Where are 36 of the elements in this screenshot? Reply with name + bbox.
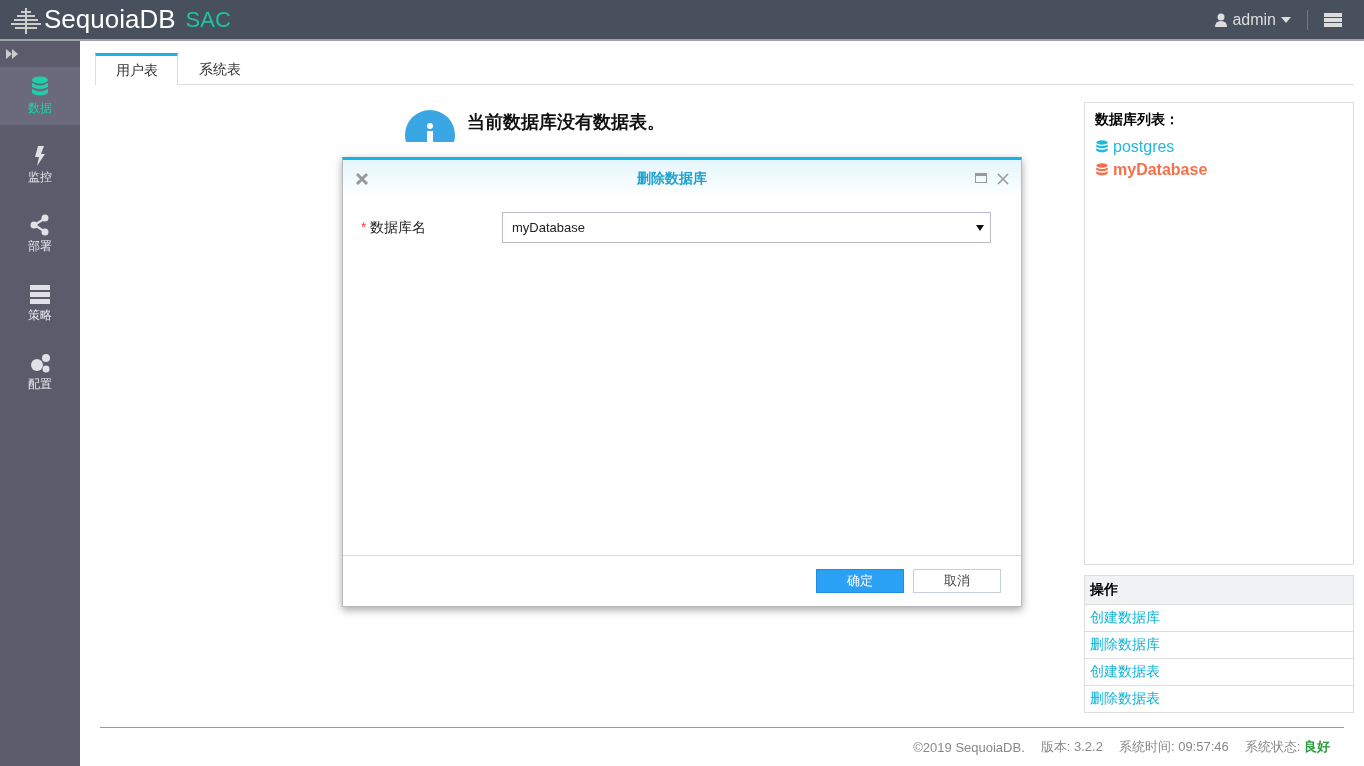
info-icon: [405, 110, 455, 143]
database-icon: [1095, 138, 1109, 155]
sidebar-item[interactable]: 配置: [0, 343, 80, 401]
expand-icon[interactable]: [6, 49, 18, 59]
panel-title: 操作: [1085, 576, 1353, 605]
cancel-button[interactable]: 取消: [913, 569, 1001, 593]
share-icon: [29, 213, 51, 236]
brand-name: SequoiaDB: [44, 4, 176, 35]
dropdown-caret-icon: [976, 224, 984, 231]
tab[interactable]: 用户表: [95, 53, 178, 86]
product-name: SAC: [185, 6, 231, 33]
server-icon: [29, 282, 51, 305]
empty-message: 当前数据库没有数据表。: [467, 110, 665, 135]
status-value: 良好: [1304, 739, 1330, 755]
dialog-title: 删除数据库: [637, 170, 707, 188]
menu-icon[interactable]: [1324, 12, 1342, 27]
required-mark: *: [361, 218, 367, 235]
status-label: 系统状态:: [1244, 739, 1301, 755]
user-icon: [1215, 12, 1228, 27]
close-icon[interactable]: [997, 173, 1009, 185]
database-select[interactable]: myDatabase: [502, 212, 991, 243]
close-icon[interactable]: [355, 172, 369, 186]
user-menu[interactable]: admin: [1215, 10, 1291, 29]
database-icon: [1095, 161, 1109, 178]
caret-icon: [1281, 16, 1291, 23]
copyright-text: ©2019 SequoiaDB.: [913, 739, 1025, 755]
system-time-text: 系统时间: 09:57:46: [1118, 738, 1229, 757]
sidebar-item[interactable]: 部署: [0, 205, 80, 263]
panel-title: 数据库列表：: [1095, 111, 1180, 130]
sidebar-item[interactable]: 监控: [0, 136, 80, 194]
field-label: 数据库名: [370, 218, 427, 235]
maximize-icon[interactable]: [975, 173, 987, 183]
database-icon: [29, 75, 51, 98]
version-text: 版本: 3.2.2: [1040, 738, 1103, 757]
tree-logo-icon: [10, 5, 42, 34]
sidebar-item[interactable]: 策略: [0, 274, 80, 332]
